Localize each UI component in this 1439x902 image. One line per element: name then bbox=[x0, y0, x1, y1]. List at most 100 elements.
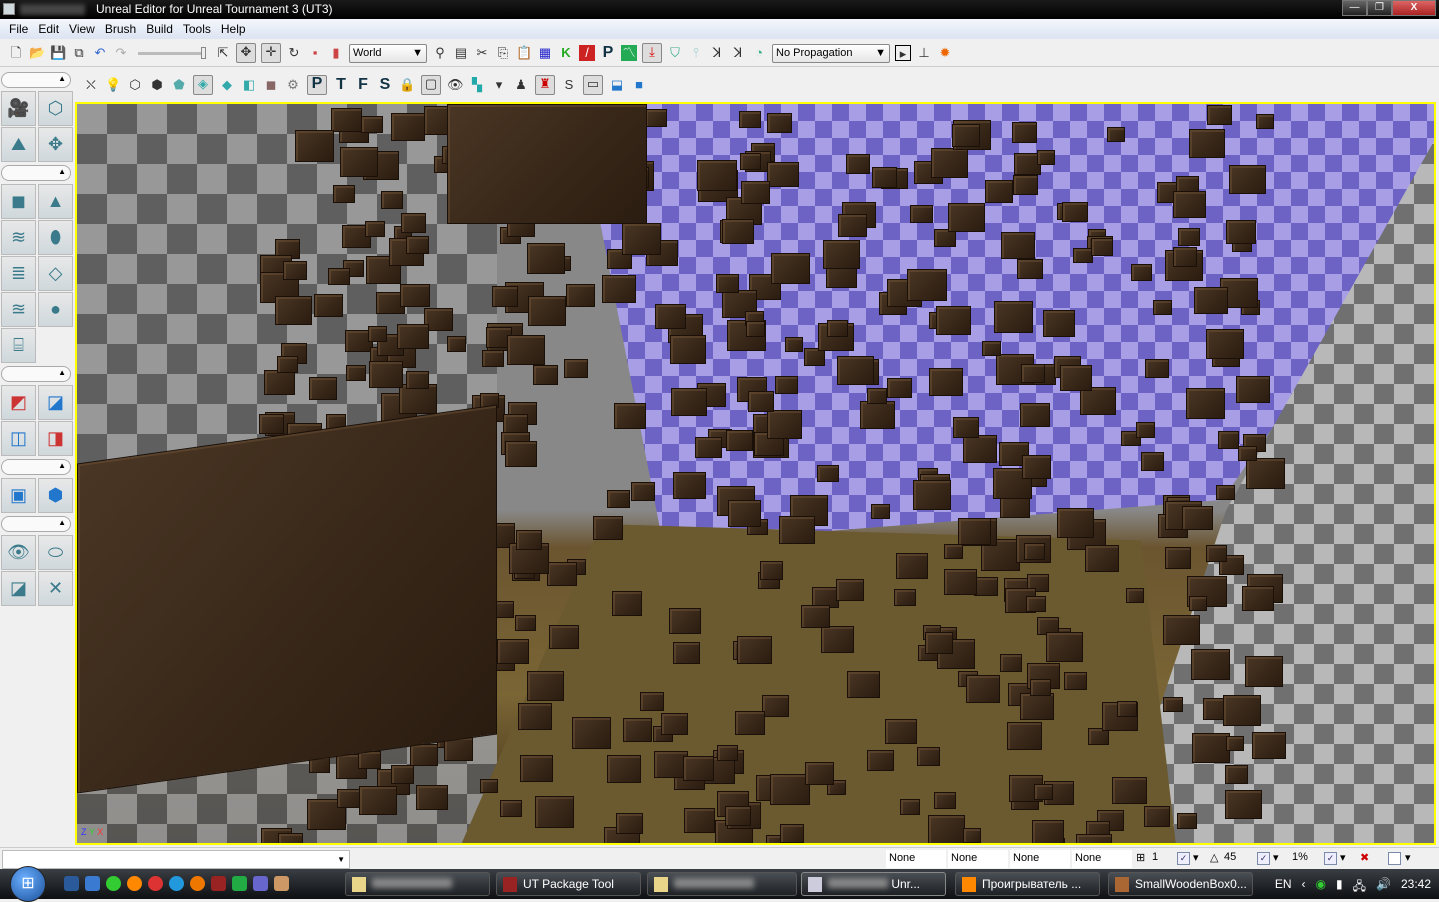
shader-complexity-icon[interactable]: ⚙ bbox=[285, 77, 301, 93]
geometry-mode-icon[interactable]: ⬡ bbox=[38, 91, 73, 126]
copy-icon[interactable]: ⎘ bbox=[495, 45, 511, 61]
taskbar-folder-1[interactable] bbox=[345, 872, 490, 896]
viewport-fill-icon[interactable]: ■ bbox=[631, 77, 647, 93]
view-perspective[interactable]: P bbox=[307, 75, 327, 95]
autosave-off-icon[interactable]: ✖ bbox=[1360, 851, 1369, 864]
hide-selected-icon[interactable]: ⬭ bbox=[38, 535, 73, 570]
collapse-brushes-button[interactable] bbox=[1, 165, 71, 181]
viewport-half-icon[interactable]: ⬓ bbox=[609, 77, 625, 93]
camera-speed-slider[interactable] bbox=[138, 46, 206, 59]
perspective-viewport[interactable]: Z Y X bbox=[75, 102, 1436, 845]
eye-icon[interactable]: 👁 bbox=[447, 77, 464, 93]
realtime-icon[interactable]: ▢ bbox=[421, 75, 441, 95]
binoculars-icon[interactable]: ⚲ bbox=[432, 45, 448, 61]
show-desktop-icon[interactable] bbox=[64, 876, 79, 891]
lighting-build-icon[interactable]: ◔ bbox=[751, 45, 767, 61]
mail-agent-icon[interactable] bbox=[127, 876, 142, 891]
grid-icon[interactable]: ▦ bbox=[537, 45, 553, 61]
unlit-icon[interactable]: ⬟ bbox=[171, 77, 187, 93]
start-button[interactable]: ⊞ bbox=[10, 866, 46, 902]
download-icon[interactable] bbox=[274, 876, 289, 891]
option-dropdown[interactable]: ▾ bbox=[1405, 851, 1411, 864]
grid-dropdown[interactable]: ▾ bbox=[1193, 851, 1199, 864]
scale-snap-value[interactable]: 1% bbox=[1292, 851, 1308, 863]
restore-button[interactable]: ❐ bbox=[1367, 0, 1392, 16]
show-selected-icon[interactable]: 👁 bbox=[1, 535, 36, 570]
kismet-icon[interactable]: K bbox=[558, 45, 574, 61]
path-build-selected-icon[interactable]: ꓘ bbox=[730, 45, 746, 61]
stamp-icon[interactable]: ⊥ bbox=[916, 45, 932, 61]
move-icon[interactable]: ✛ bbox=[261, 43, 281, 63]
show-label[interactable]: S bbox=[561, 77, 577, 93]
taskbar-unreal-editor[interactable]: Unr... bbox=[801, 872, 946, 896]
scale-icon[interactable]: ▪ bbox=[307, 45, 323, 61]
lighting-only-icon[interactable]: ◆ bbox=[219, 77, 235, 93]
grid-snap-checkbox[interactable]: ✓ bbox=[1177, 852, 1190, 865]
spiral-stair-icon[interactable]: ≊ bbox=[1, 292, 36, 327]
dropdown-arrow-icon[interactable]: ▾ bbox=[491, 77, 507, 93]
cone-brush-icon[interactable]: ▲ bbox=[38, 184, 73, 219]
rotation-snap-checkbox[interactable]: ✓ bbox=[1257, 852, 1270, 865]
brush-wireframe-icon[interactable]: ⬢ bbox=[149, 77, 165, 93]
actor-lock-icon[interactable]: ♟ bbox=[513, 77, 529, 93]
power-icon[interactable]: ▮ bbox=[1336, 877, 1343, 898]
close-button[interactable]: X bbox=[1392, 0, 1436, 16]
opera-icon[interactable] bbox=[148, 876, 163, 891]
open-folder-icon[interactable]: 📂 bbox=[29, 45, 45, 61]
linear-stair-icon[interactable]: ≣ bbox=[1, 256, 36, 291]
lock-icon[interactable]: 🔒 bbox=[399, 77, 415, 93]
menu-brush[interactable]: Brush bbox=[100, 19, 141, 39]
taskbar-folder-2[interactable] bbox=[647, 872, 797, 896]
csg-subtract-icon[interactable]: ◪ bbox=[38, 385, 73, 420]
internet-explorer-icon[interactable] bbox=[169, 876, 184, 891]
drop-to-floor-icon[interactable]: ⤓ bbox=[642, 43, 662, 63]
translate-widget-icon[interactable]: ✥ bbox=[236, 43, 256, 63]
volumetric-brush-icon[interactable]: ⌸ bbox=[1, 328, 36, 363]
sphere-brush-icon[interactable]: ● bbox=[38, 292, 73, 327]
csg-deintersect-icon[interactable]: ◨ bbox=[38, 421, 73, 456]
curved-stair-icon[interactable]: ≋ bbox=[1, 220, 36, 255]
clock[interactable]: 23:42 bbox=[1401, 877, 1431, 898]
rotation-snap-value[interactable]: 45 bbox=[1224, 851, 1236, 863]
csg-add-icon[interactable]: ◩ bbox=[1, 385, 36, 420]
volume-icon[interactable]: ▣ bbox=[1, 478, 36, 513]
menu-view[interactable]: View bbox=[64, 19, 100, 39]
texture-density-icon[interactable]: ◼ bbox=[263, 77, 279, 93]
collapse-volumes-button[interactable] bbox=[1, 459, 71, 475]
save-all-icon[interactable]: ⧉ bbox=[71, 45, 87, 61]
grid-size-value[interactable]: 1 bbox=[1152, 851, 1158, 863]
volume-icon[interactable]: 🔊 bbox=[1376, 877, 1391, 898]
game-view-icon[interactable]: ♜ bbox=[535, 75, 555, 95]
taskbar-smallwoodenbox[interactable]: SmallWoodenBox0... bbox=[1108, 872, 1253, 896]
cut-icon[interactable]: ✂ bbox=[474, 45, 490, 61]
menu-build[interactable]: Build bbox=[141, 19, 178, 39]
command-input[interactable] bbox=[2, 850, 350, 869]
lightbulb-icon[interactable]: 💡 bbox=[105, 77, 121, 93]
icq-icon[interactable] bbox=[106, 876, 121, 891]
eye-tray-icon[interactable]: ◉ bbox=[1316, 877, 1326, 898]
wooden-crate-tower[interactable] bbox=[447, 104, 647, 224]
select-arrow-icon[interactable]: ⇱ bbox=[215, 45, 231, 61]
lit-icon[interactable]: ◈ bbox=[193, 75, 213, 95]
utorrent-icon[interactable] bbox=[232, 876, 247, 891]
minimize-button[interactable]: — bbox=[1342, 0, 1367, 16]
viewport-full-icon[interactable]: ▭ bbox=[583, 75, 603, 95]
view-side[interactable]: S bbox=[377, 77, 393, 93]
wireframe-icon[interactable]: ⬡ bbox=[127, 77, 143, 93]
show-hidden-icons-button[interactable]: ‹ bbox=[1302, 877, 1306, 898]
collapse-modes-button[interactable] bbox=[1, 72, 71, 88]
properties-icon[interactable]: ▤ bbox=[453, 45, 469, 61]
stats-graph-icon[interactable]: 〽 bbox=[621, 45, 637, 61]
scale-dropdown[interactable]: ▾ bbox=[1340, 851, 1346, 864]
app-icon-c[interactable] bbox=[253, 876, 268, 891]
view-front[interactable]: F bbox=[355, 77, 371, 93]
hide-all-icon[interactable]: ✕ bbox=[38, 571, 73, 606]
light-icon[interactable]: ⫯ bbox=[688, 45, 704, 61]
collapse-visibility-button[interactable] bbox=[1, 516, 71, 532]
cylinder-brush-icon[interactable]: ⬮ bbox=[38, 220, 73, 255]
path-build-icon[interactable]: ꓘ bbox=[709, 45, 725, 61]
terrain-mode-icon[interactable]: ⛰ bbox=[1, 127, 36, 162]
menu-tools[interactable]: Tools bbox=[178, 19, 216, 39]
menu-file[interactable]: File bbox=[4, 19, 33, 39]
rotation-dropdown[interactable]: ▾ bbox=[1273, 851, 1279, 864]
